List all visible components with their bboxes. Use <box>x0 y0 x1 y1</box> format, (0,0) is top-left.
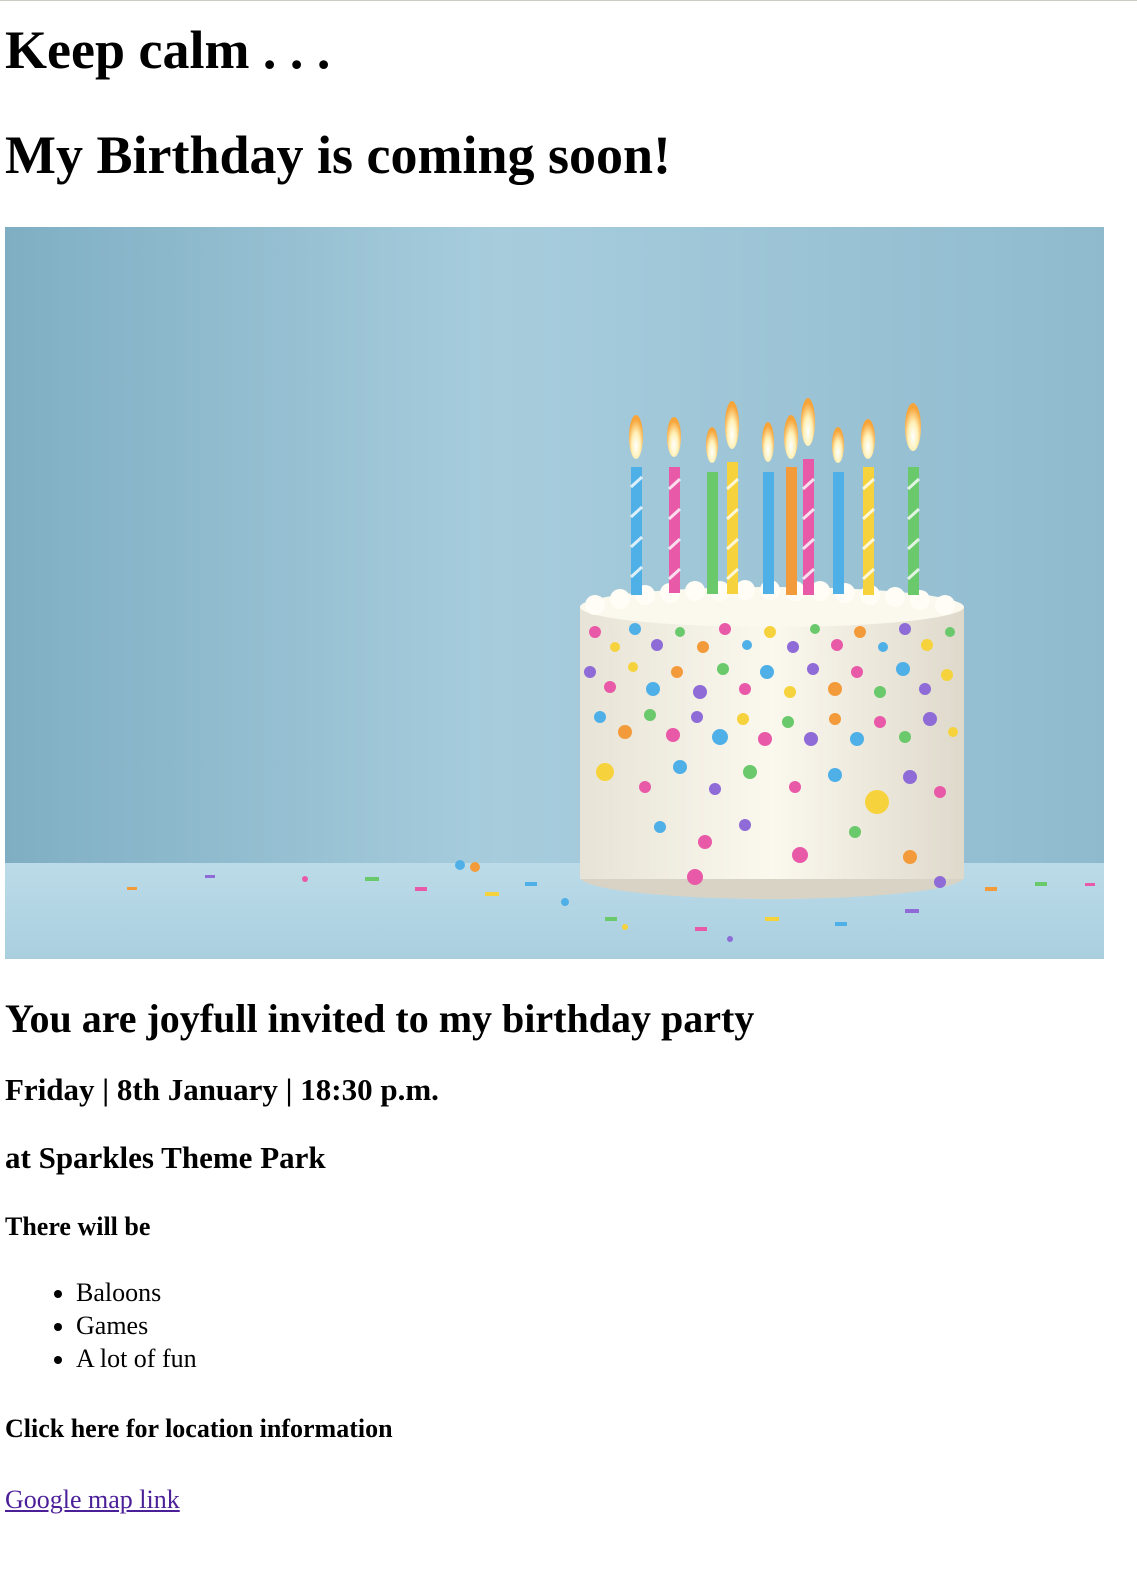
birthday-heading: My Birthday is coming soon! <box>5 125 672 185</box>
list-item: Baloons <box>76 1276 1137 1309</box>
google-map-link[interactable]: Google map link <box>5 1485 180 1515</box>
list-item: A lot of fun <box>76 1342 1137 1375</box>
activity-list: Baloons Games A lot of fun <box>5 1276 1137 1375</box>
page: Keep calm . . . My Birthday is coming so… <box>0 1 1137 1515</box>
keep-calm-heading: Keep calm . . . <box>5 20 331 80</box>
invite-heading: You are joyfull invited to my birthday p… <box>5 996 755 1041</box>
list-heading: There will be <box>5 1212 151 1242</box>
location-heading: Click here for location information <box>5 1413 393 1443</box>
place-line: at Sparkles Theme Park <box>5 1140 326 1176</box>
list-item: Games <box>76 1309 1137 1342</box>
date-line: Friday | 8th January | 18:30 p.m. <box>5 1072 439 1107</box>
birthday-cake-image <box>5 227 1104 959</box>
